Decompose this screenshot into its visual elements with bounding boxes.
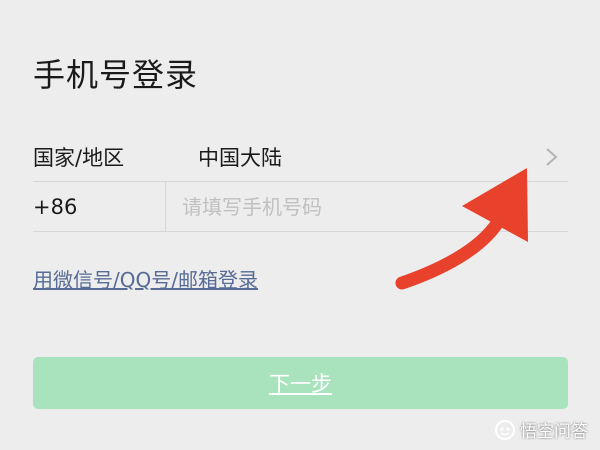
phone-number-row: +86 bbox=[33, 181, 568, 232]
country-region-row[interactable]: 国家/地区 中国大陆 bbox=[33, 132, 568, 182]
watermark-text: 悟空问答 bbox=[520, 422, 588, 442]
watermark: 悟空问答 bbox=[494, 417, 588, 442]
page-title: 手机号登录 bbox=[33, 56, 199, 94]
next-step-button[interactable]: 下一步 bbox=[33, 357, 568, 409]
country-code: +86 bbox=[33, 195, 78, 219]
wukong-logo-icon bbox=[495, 419, 515, 440]
phone-number-input[interactable] bbox=[166, 182, 568, 231]
country-region-label: 国家/地区 bbox=[33, 145, 125, 170]
alt-login-link[interactable]: 用微信号/QQ号/邮箱登录 bbox=[33, 264, 258, 293]
country-region-value: 中国大陆 bbox=[198, 145, 282, 170]
chevron-right-icon[interactable] bbox=[540, 146, 562, 168]
